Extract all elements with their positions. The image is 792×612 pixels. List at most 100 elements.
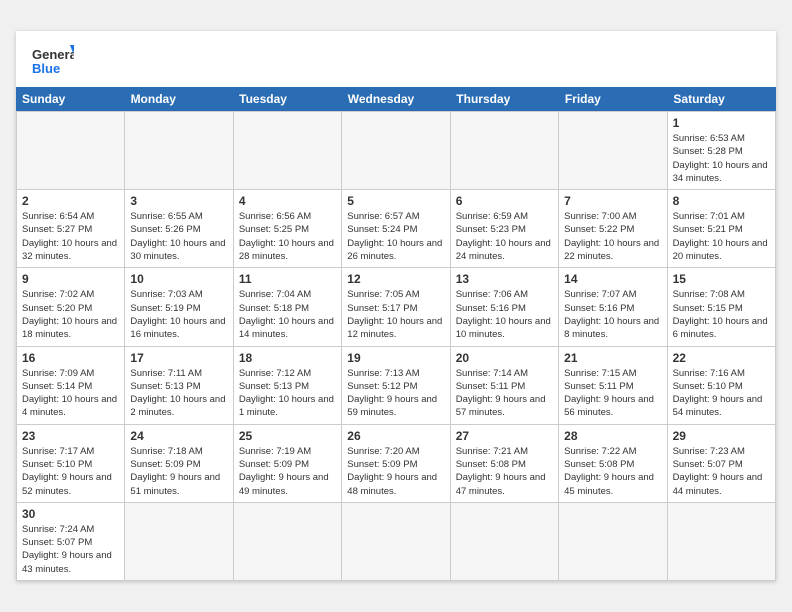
cell-date: 19 bbox=[347, 351, 444, 365]
cell-date: 9 bbox=[22, 272, 119, 286]
calendar-empty-cell bbox=[342, 503, 450, 581]
cell-sunrise: Sunrise: 7:16 AM bbox=[673, 367, 770, 380]
cell-daylight: Daylight: 10 hours and 16 minutes. bbox=[130, 315, 227, 342]
calendar-day-3: 3 Sunrise: 6:55 AM Sunset: 5:26 PM Dayli… bbox=[125, 190, 233, 268]
cell-date: 14 bbox=[564, 272, 661, 286]
cell-daylight: Daylight: 10 hours and 26 minutes. bbox=[347, 237, 444, 264]
calendar-day-24: 24 Sunrise: 7:18 AM Sunset: 5:09 PM Dayl… bbox=[125, 425, 233, 503]
calendar-day-21: 21 Sunrise: 7:15 AM Sunset: 5:11 PM Dayl… bbox=[559, 347, 667, 425]
calendar-day-18: 18 Sunrise: 7:12 AM Sunset: 5:13 PM Dayl… bbox=[234, 347, 342, 425]
cell-date: 21 bbox=[564, 351, 661, 365]
calendar-empty-cell bbox=[451, 112, 559, 190]
cell-sunset: Sunset: 5:10 PM bbox=[22, 458, 119, 471]
cell-daylight: Daylight: 10 hours and 8 minutes. bbox=[564, 315, 661, 342]
cell-sunrise: Sunrise: 7:01 AM bbox=[673, 210, 770, 223]
cell-daylight: Daylight: 9 hours and 48 minutes. bbox=[347, 471, 444, 498]
cell-sunrise: Sunrise: 7:05 AM bbox=[347, 288, 444, 301]
cell-date: 2 bbox=[22, 194, 119, 208]
cell-sunrise: Sunrise: 7:21 AM bbox=[456, 445, 553, 458]
calendar-day-13: 13 Sunrise: 7:06 AM Sunset: 5:16 PM Dayl… bbox=[451, 268, 559, 346]
cell-daylight: Daylight: 10 hours and 6 minutes. bbox=[673, 315, 770, 342]
calendar-empty-cell bbox=[234, 112, 342, 190]
calendar-day-9: 9 Sunrise: 7:02 AM Sunset: 5:20 PM Dayli… bbox=[17, 268, 125, 346]
calendar-day-20: 20 Sunrise: 7:14 AM Sunset: 5:11 PM Dayl… bbox=[451, 347, 559, 425]
calendar-day-28: 28 Sunrise: 7:22 AM Sunset: 5:08 PM Dayl… bbox=[559, 425, 667, 503]
cell-daylight: Daylight: 9 hours and 44 minutes. bbox=[673, 471, 770, 498]
cell-daylight: Daylight: 9 hours and 43 minutes. bbox=[22, 549, 119, 576]
cell-sunrise: Sunrise: 7:07 AM bbox=[564, 288, 661, 301]
cell-sunset: Sunset: 5:08 PM bbox=[456, 458, 553, 471]
calendar-empty-cell bbox=[125, 503, 233, 581]
calendar-empty-cell bbox=[668, 503, 776, 581]
cell-sunset: Sunset: 5:07 PM bbox=[22, 536, 119, 549]
calendar-day-23: 23 Sunrise: 7:17 AM Sunset: 5:10 PM Dayl… bbox=[17, 425, 125, 503]
cell-date: 16 bbox=[22, 351, 119, 365]
cell-sunrise: Sunrise: 7:19 AM bbox=[239, 445, 336, 458]
svg-text:General: General bbox=[32, 47, 74, 62]
cell-sunrise: Sunrise: 7:02 AM bbox=[22, 288, 119, 301]
cell-sunrise: Sunrise: 7:00 AM bbox=[564, 210, 661, 223]
cell-sunrise: Sunrise: 7:03 AM bbox=[130, 288, 227, 301]
cell-date: 1 bbox=[673, 116, 770, 130]
cell-daylight: Daylight: 9 hours and 59 minutes. bbox=[347, 393, 444, 420]
calendar-header: General Blue bbox=[16, 31, 776, 87]
cell-sunset: Sunset: 5:09 PM bbox=[130, 458, 227, 471]
cell-sunrise: Sunrise: 7:08 AM bbox=[673, 288, 770, 301]
cell-sunrise: Sunrise: 6:54 AM bbox=[22, 210, 119, 223]
cell-sunset: Sunset: 5:24 PM bbox=[347, 223, 444, 236]
cell-daylight: Daylight: 9 hours and 52 minutes. bbox=[22, 471, 119, 498]
cell-daylight: Daylight: 10 hours and 1 minute. bbox=[239, 393, 336, 420]
calendar-empty-cell bbox=[17, 112, 125, 190]
cell-daylight: Daylight: 10 hours and 10 minutes. bbox=[456, 315, 553, 342]
cell-sunset: Sunset: 5:07 PM bbox=[673, 458, 770, 471]
cell-sunset: Sunset: 5:17 PM bbox=[347, 302, 444, 315]
cell-sunrise: Sunrise: 7:09 AM bbox=[22, 367, 119, 380]
calendar-day-16: 16 Sunrise: 7:09 AM Sunset: 5:14 PM Dayl… bbox=[17, 347, 125, 425]
cell-sunset: Sunset: 5:25 PM bbox=[239, 223, 336, 236]
logo-svg: General Blue bbox=[32, 43, 74, 79]
calendar-day-8: 8 Sunrise: 7:01 AM Sunset: 5:21 PM Dayli… bbox=[668, 190, 776, 268]
calendar-day-30: 30 Sunrise: 7:24 AM Sunset: 5:07 PM Dayl… bbox=[17, 503, 125, 581]
cell-date: 8 bbox=[673, 194, 770, 208]
calendar-day-2: 2 Sunrise: 6:54 AM Sunset: 5:27 PM Dayli… bbox=[17, 190, 125, 268]
day-header-friday: Friday bbox=[559, 87, 668, 111]
cell-sunset: Sunset: 5:22 PM bbox=[564, 223, 661, 236]
cell-daylight: Daylight: 10 hours and 34 minutes. bbox=[673, 159, 770, 186]
cell-date: 4 bbox=[239, 194, 336, 208]
calendar-day-11: 11 Sunrise: 7:04 AM Sunset: 5:18 PM Dayl… bbox=[234, 268, 342, 346]
cell-daylight: Daylight: 9 hours and 45 minutes. bbox=[564, 471, 661, 498]
cell-sunset: Sunset: 5:13 PM bbox=[239, 380, 336, 393]
cell-daylight: Daylight: 9 hours and 47 minutes. bbox=[456, 471, 553, 498]
cell-sunset: Sunset: 5:09 PM bbox=[239, 458, 336, 471]
cell-sunset: Sunset: 5:16 PM bbox=[564, 302, 661, 315]
cell-sunset: Sunset: 5:27 PM bbox=[22, 223, 119, 236]
cell-daylight: Daylight: 9 hours and 51 minutes. bbox=[130, 471, 227, 498]
cell-daylight: Daylight: 10 hours and 18 minutes. bbox=[22, 315, 119, 342]
cell-date: 11 bbox=[239, 272, 336, 286]
cell-date: 12 bbox=[347, 272, 444, 286]
day-header-thursday: Thursday bbox=[450, 87, 559, 111]
cell-sunrise: Sunrise: 6:55 AM bbox=[130, 210, 227, 223]
calendar-day-19: 19 Sunrise: 7:13 AM Sunset: 5:12 PM Dayl… bbox=[342, 347, 450, 425]
cell-daylight: Daylight: 10 hours and 4 minutes. bbox=[22, 393, 119, 420]
cell-sunset: Sunset: 5:28 PM bbox=[673, 145, 770, 158]
cell-date: 6 bbox=[456, 194, 553, 208]
calendar-day-10: 10 Sunrise: 7:03 AM Sunset: 5:19 PM Dayl… bbox=[125, 268, 233, 346]
cell-sunrise: Sunrise: 7:22 AM bbox=[564, 445, 661, 458]
cell-sunrise: Sunrise: 7:04 AM bbox=[239, 288, 336, 301]
cell-daylight: Daylight: 10 hours and 12 minutes. bbox=[347, 315, 444, 342]
cell-sunset: Sunset: 5:18 PM bbox=[239, 302, 336, 315]
cell-date: 5 bbox=[347, 194, 444, 208]
cell-date: 10 bbox=[130, 272, 227, 286]
cell-sunset: Sunset: 5:15 PM bbox=[673, 302, 770, 315]
cell-sunrise: Sunrise: 7:17 AM bbox=[22, 445, 119, 458]
cell-sunrise: Sunrise: 6:59 AM bbox=[456, 210, 553, 223]
cell-date: 30 bbox=[22, 507, 119, 521]
calendar-day-25: 25 Sunrise: 7:19 AM Sunset: 5:09 PM Dayl… bbox=[234, 425, 342, 503]
cell-daylight: Daylight: 9 hours and 57 minutes. bbox=[456, 393, 553, 420]
cell-sunset: Sunset: 5:26 PM bbox=[130, 223, 227, 236]
cell-date: 15 bbox=[673, 272, 770, 286]
calendar-day-5: 5 Sunrise: 6:57 AM Sunset: 5:24 PM Dayli… bbox=[342, 190, 450, 268]
cell-sunrise: Sunrise: 7:11 AM bbox=[130, 367, 227, 380]
calendar-day-17: 17 Sunrise: 7:11 AM Sunset: 5:13 PM Dayl… bbox=[125, 347, 233, 425]
